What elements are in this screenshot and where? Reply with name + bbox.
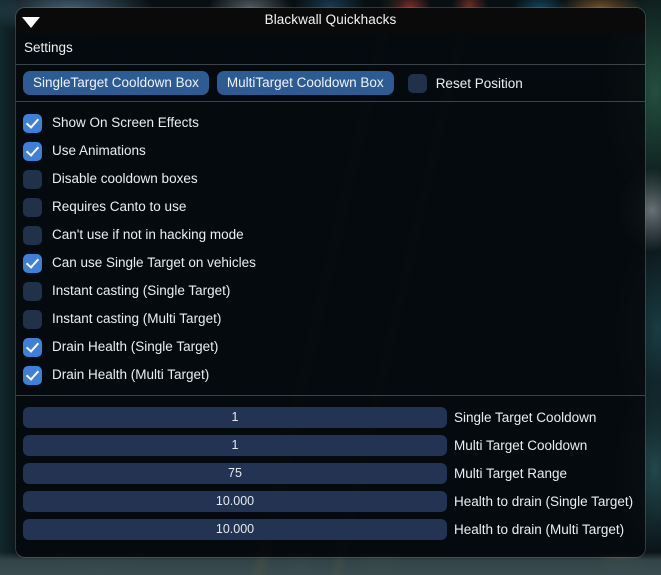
slider-value: 75	[228, 465, 242, 480]
option-row: Drain Health (Single Target)	[23, 333, 645, 361]
option-checkbox[interactable]	[23, 337, 42, 357]
options-list: Show On Screen Effects Use Animations Disa…	[16, 102, 645, 395]
slider-value: 1	[231, 437, 239, 452]
option-checkbox[interactable]	[23, 281, 42, 301]
option-row: Use Animations	[23, 137, 645, 165]
slider-track[interactable]: 10.000	[23, 490, 447, 512]
option-row: Disable cooldown boxes	[23, 165, 645, 193]
slider-track[interactable]: 10.000	[23, 518, 447, 540]
slider-track[interactable]: 75	[23, 462, 447, 484]
option-checkbox[interactable]	[23, 141, 42, 161]
slider-row: 75 Multi Target Range	[23, 459, 645, 487]
slider-row: 1 Single Target Cooldown	[23, 403, 645, 431]
option-row: Drain Health (Multi Target)	[23, 361, 645, 389]
option-label: Requires Canto to use	[52, 199, 187, 215]
option-row: Show On Screen Effects	[23, 109, 645, 137]
option-checkbox[interactable]	[23, 225, 42, 245]
slider-track[interactable]: 1	[23, 406, 447, 428]
option-label: Drain Health (Single Target)	[52, 339, 219, 355]
window-titlebar: Blackwall Quickhacks	[16, 8, 645, 34]
option-row: Instant casting (Single Target)	[23, 277, 645, 305]
option-checkbox[interactable]	[23, 253, 42, 273]
option-checkbox[interactable]	[23, 309, 42, 329]
settings-label: Settings	[24, 40, 73, 55]
slider-value: 10.000	[215, 493, 255, 508]
option-checkbox[interactable]	[23, 169, 42, 189]
option-checkbox[interactable]	[23, 197, 42, 217]
multi-target-cooldown-box-button[interactable]: MultiTarget Cooldown Box	[216, 70, 394, 96]
slider-row: 10.000 Health to drain (Single Target)	[23, 487, 645, 515]
option-label: Use Animations	[52, 143, 146, 159]
slider-label: Multi Target Range	[454, 465, 568, 481]
slider-row: 10.000 Health to drain (Multi Target)	[23, 515, 645, 543]
slider-row: 1 Multi Target Cooldown	[23, 431, 645, 459]
option-checkbox[interactable]	[23, 365, 42, 385]
sliders-list: 1 Single Target Cooldown 1 Multi Target Coo…	[16, 396, 645, 543]
option-row: Can't use if not in hacking mode	[23, 221, 645, 249]
option-label: Instant casting (Multi Target)	[52, 311, 222, 327]
reset-position-option: Reset Position	[407, 73, 523, 93]
settings-section-header: Settings	[16, 34, 645, 64]
slider-label: Health to drain (Multi Target)	[454, 521, 625, 537]
option-label: Can't use if not in hacking mode	[52, 227, 244, 243]
option-label: Instant casting (Single Target)	[52, 283, 231, 299]
reset-position-checkbox[interactable]	[407, 73, 427, 93]
option-checkbox[interactable]	[23, 113, 42, 133]
slider-label: Multi Target Cooldown	[454, 437, 588, 453]
window-title: Blackwall Quickhacks	[264, 12, 397, 27]
single-target-cooldown-box-button[interactable]: SingleTarget Cooldown Box	[23, 70, 209, 96]
slider-label: Health to drain (Single Target)	[454, 493, 634, 509]
slider-label: Single Target Cooldown	[454, 409, 597, 425]
option-label: Drain Health (Multi Target)	[52, 367, 210, 383]
toolbar: SingleTarget Cooldown Box MultiTarget Co…	[16, 65, 645, 101]
slider-value: 1	[231, 409, 239, 424]
option-row: Instant casting (Multi Target)	[23, 305, 645, 333]
option-label: Can use Single Target on vehicles	[52, 255, 256, 271]
slider-track[interactable]: 1	[23, 434, 447, 456]
option-label: Disable cooldown boxes	[52, 171, 198, 187]
option-row: Can use Single Target on vehicles	[23, 249, 645, 277]
option-label: Show On Screen Effects	[52, 115, 199, 131]
option-row: Requires Canto to use	[23, 193, 645, 221]
slider-value: 10.000	[215, 521, 255, 536]
blackwall-quickhacks-panel: Blackwall Quickhacks Settings SingleTarg…	[16, 8, 645, 557]
reset-position-label: Reset Position	[435, 75, 523, 91]
